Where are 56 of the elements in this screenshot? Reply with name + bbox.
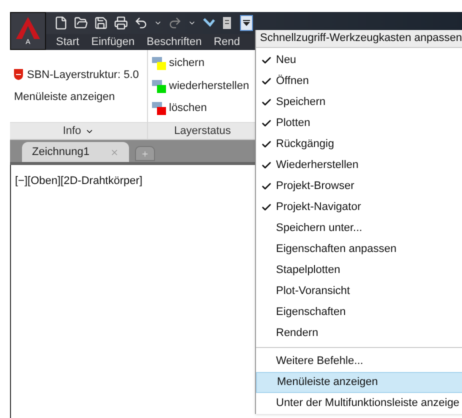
logo-icon	[16, 16, 40, 38]
new-tab-icon[interactable]	[134, 146, 154, 161]
customize-dropdown-button[interactable]	[240, 15, 253, 31]
menu-item[interactable]: Weitere Befehle...	[256, 351, 462, 372]
ribbon-tab[interactable]: Beschriften	[146, 34, 202, 50]
menu-item[interactable]: Eigenschaften	[256, 302, 462, 323]
menu-item[interactable]: Projekt-Navigator	[256, 197, 462, 218]
menu-bar-link[interactable]: Menüleiste anzeigen	[14, 89, 115, 106]
print-icon[interactable]	[114, 16, 128, 30]
menu-item[interactable]: Menüleiste anzeigen	[256, 372, 462, 393]
save-icon[interactable]	[94, 16, 108, 30]
checkmark-icon	[260, 118, 272, 129]
open-folder-icon[interactable]	[74, 16, 88, 30]
checkmark-icon	[260, 97, 272, 108]
panel-title[interactable]: Info	[62, 122, 82, 140]
menu-item[interactable]: Rendern	[256, 323, 462, 344]
caret-icon	[243, 20, 250, 26]
menu-item[interactable]: Eigenschaften anpassen	[256, 239, 462, 260]
menu-item[interactable]: Neu	[256, 50, 462, 71]
version-label: SBN-Layerstruktur: 5.0	[27, 68, 139, 82]
menu-title: Schnellzugriff-Werkzeugkasten anpassen	[256, 30, 462, 48]
checkmark-icon	[260, 55, 272, 66]
checkmark-icon	[260, 181, 272, 192]
menu-item[interactable]: Unter der Multifunktionsleiste anzeige	[256, 393, 462, 414]
menu-item[interactable]: Stapelplotten	[256, 260, 462, 281]
caret-icon[interactable]	[188, 19, 196, 27]
menu-item[interactable]: Öffnen	[256, 71, 462, 92]
layer-state-button[interactable]: sichern	[152, 55, 253, 72]
checkmark-icon	[260, 76, 272, 87]
ribbon-tab[interactable]: Einfügen	[91, 34, 135, 50]
layer-stack-icon	[152, 57, 166, 70]
menu-item[interactable]: Speichern	[256, 92, 462, 113]
document-tab[interactable]: Zeichnung1	[22, 142, 128, 162]
menu-item[interactable]: Projekt-Browser	[256, 176, 462, 197]
layer-stack-icon	[152, 102, 166, 115]
layer-state-button[interactable]: wiederherstellen	[152, 78, 253, 94]
ribbon-tab[interactable]: Rend	[214, 34, 240, 50]
caret-icon[interactable]	[154, 19, 162, 27]
undo-icon[interactable]	[134, 16, 148, 30]
menu-item[interactable]: Plot-Voransicht	[256, 281, 462, 302]
menu-item[interactable]: Speichern unter...	[256, 218, 462, 239]
panel-title: Layerstatus	[174, 124, 231, 139]
checkmark-icon	[260, 139, 272, 150]
new-file-icon[interactable]	[54, 16, 68, 30]
checkmark-icon	[260, 160, 272, 171]
layer-stack-icon	[152, 80, 166, 92]
viewport-label[interactable]: [−][Oben][2D-Drahtkörper]	[15, 175, 142, 187]
checkmark-icon	[260, 202, 272, 213]
menu-item[interactable]: Plotten	[256, 113, 462, 134]
document-icon[interactable]	[222, 16, 232, 30]
shield-icon	[14, 69, 23, 80]
redo-icon[interactable]	[168, 16, 182, 30]
layer-state-button[interactable]: löschen	[152, 100, 253, 117]
menu-item[interactable]: Rückgängig	[256, 134, 462, 155]
menu-item[interactable]: Wiederherstellen	[256, 155, 462, 176]
ribbon-tab[interactable]: Start	[56, 34, 80, 50]
